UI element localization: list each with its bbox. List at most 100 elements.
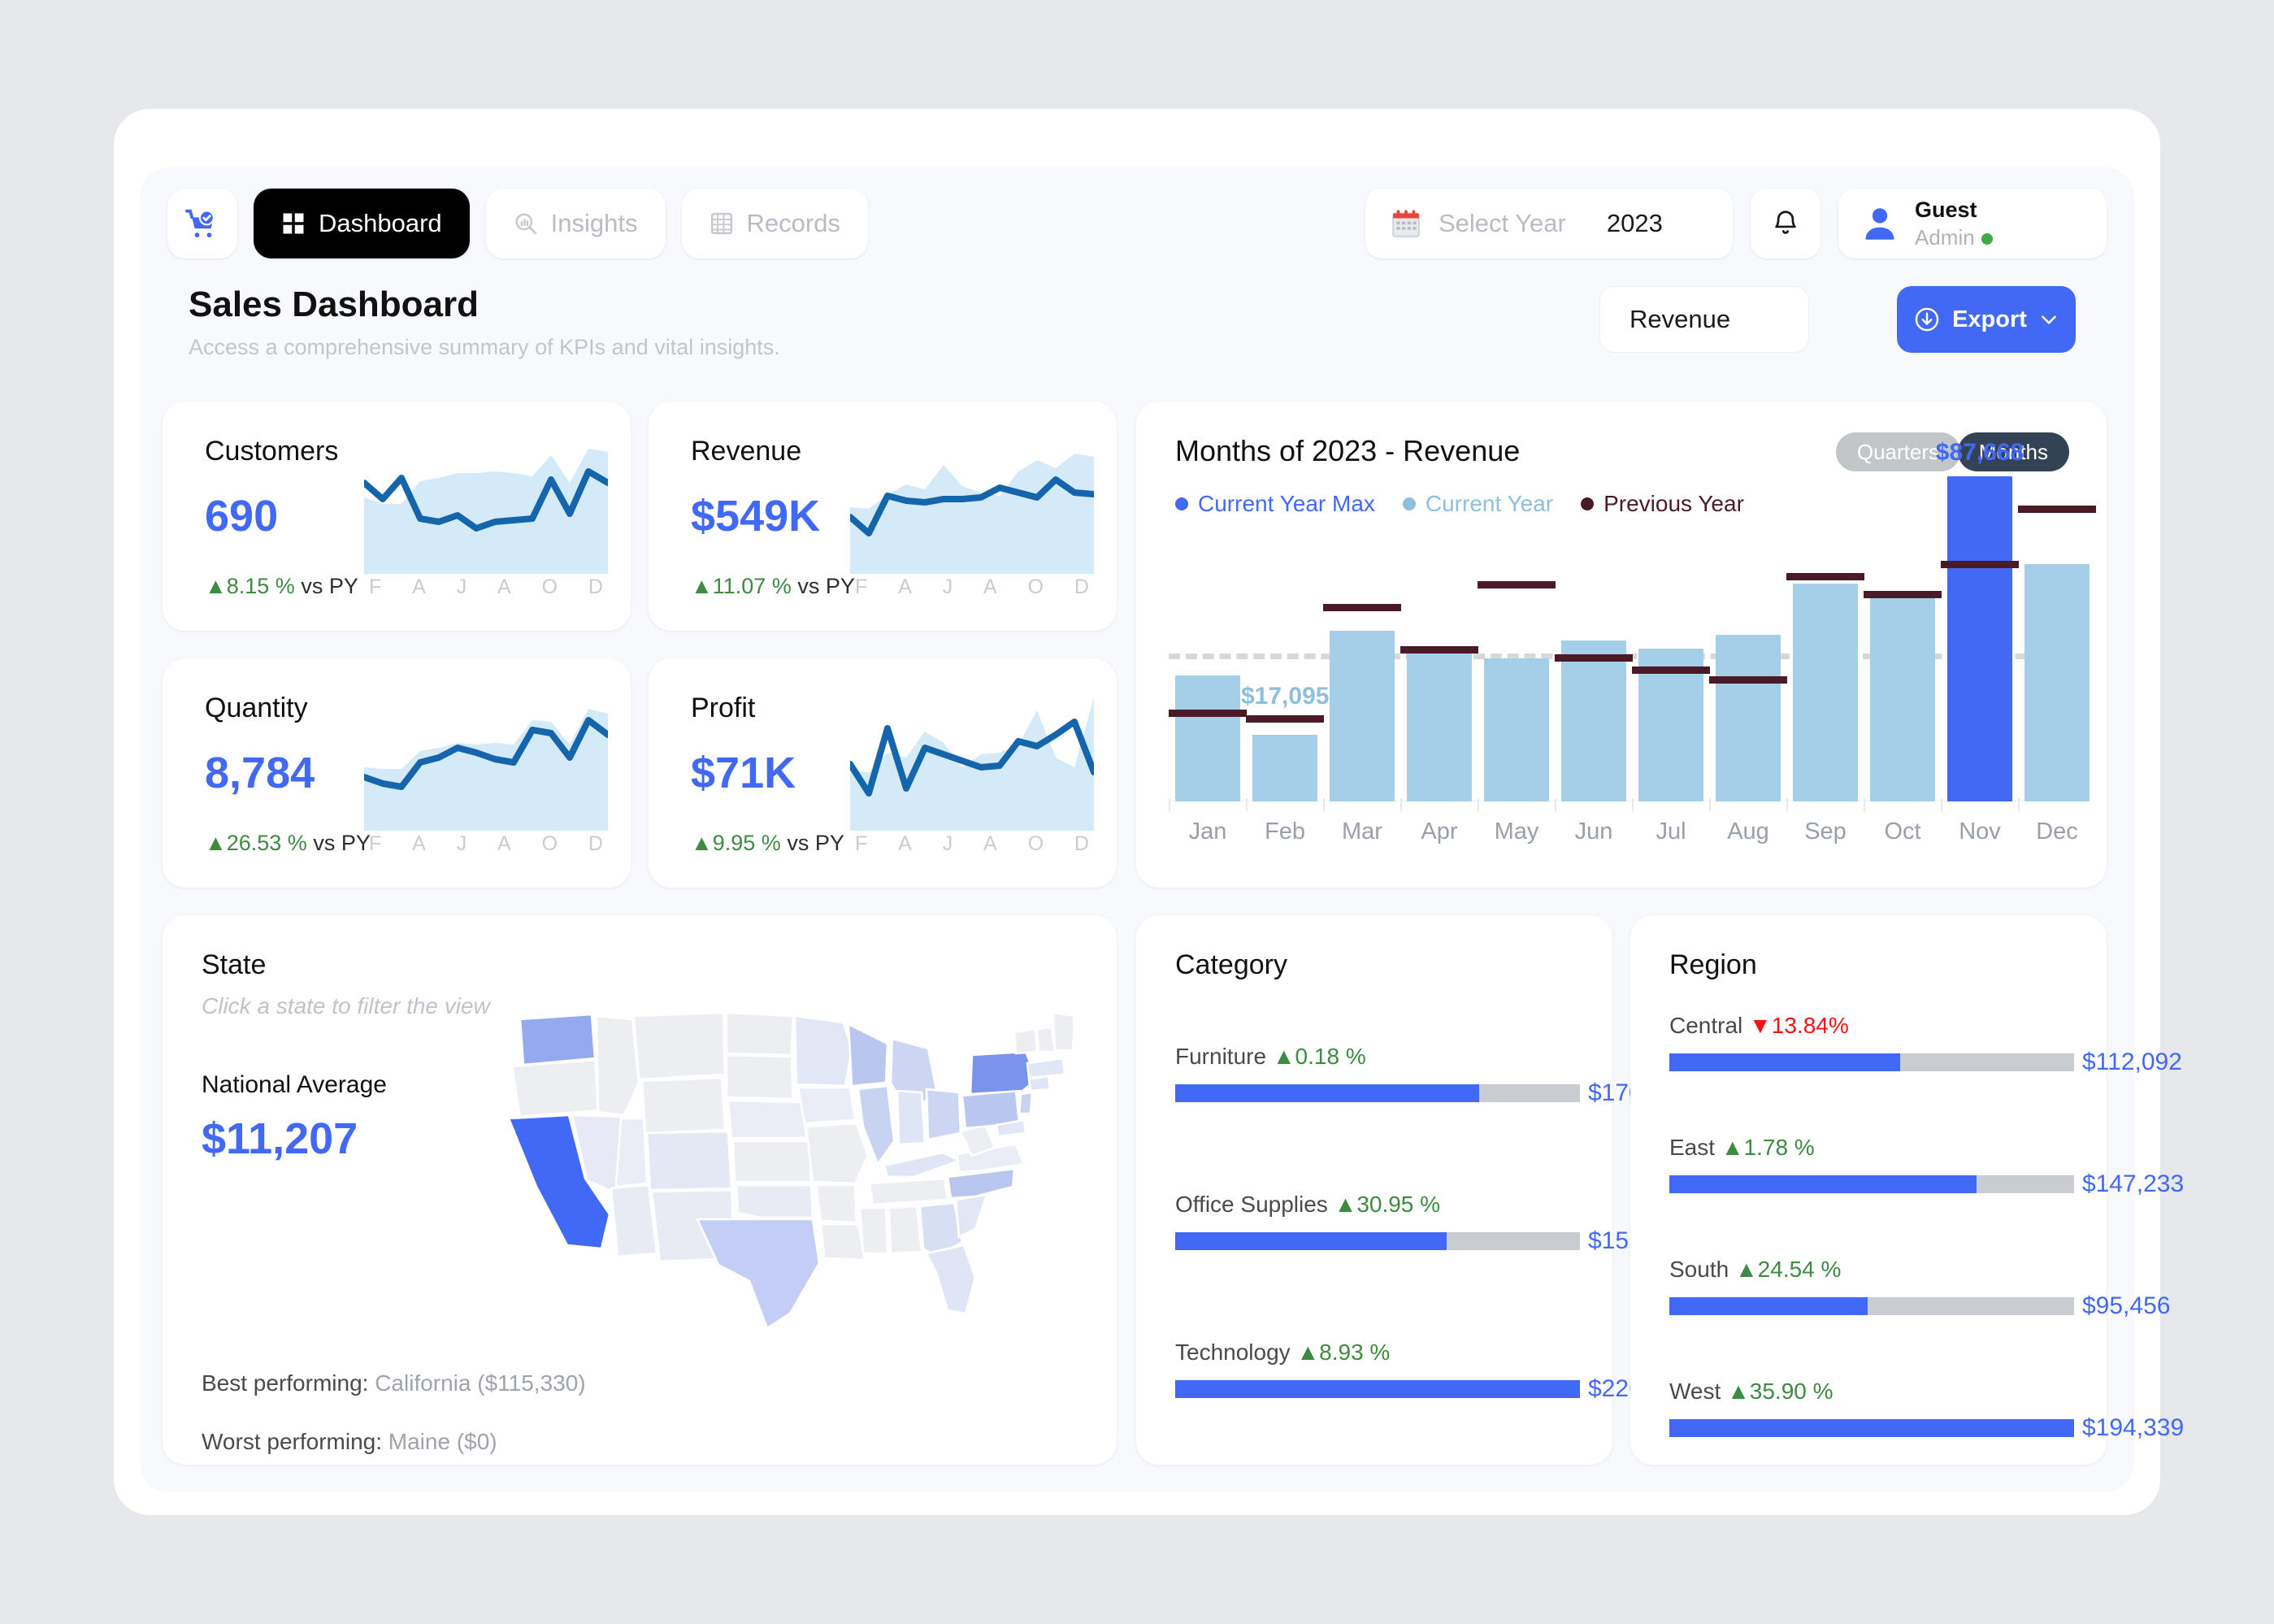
metric-select-value: Revenue (1630, 305, 1731, 333)
region-bar-fill: $112,092 (1669, 1049, 2182, 1075)
state-louisiana[interactable] (819, 1222, 866, 1261)
region-row-central[interactable]: Central ▼13.84% $112,092 (1669, 1013, 2182, 1075)
state-arkansas[interactable] (814, 1183, 858, 1224)
category-label: Furniture (1175, 1044, 1267, 1069)
state-vermont[interactable] (1013, 1027, 1039, 1055)
best-performing-row: Best performing: California ($115,330) (202, 1370, 586, 1396)
bar-group-mar[interactable] (1323, 604, 1401, 801)
marker-previous-year (1478, 581, 1556, 588)
state-oregon[interactable] (510, 1058, 600, 1118)
nav-tab-records[interactable]: Records (681, 189, 868, 258)
legend-label: Current Year Max (1198, 491, 1375, 516)
state-north-carolina[interactable] (946, 1167, 1016, 1200)
region-row-south[interactable]: South ▲24.54 % $95,456 (1669, 1257, 2170, 1319)
kpi-title: Customers (205, 436, 339, 467)
kpi-value: $71K (691, 749, 796, 797)
state-south-carolina[interactable] (954, 1193, 988, 1240)
region-row-west[interactable]: West ▲35.90 % $194,339 (1669, 1379, 2184, 1441)
state-utah[interactable] (614, 1117, 649, 1188)
category-row-technology[interactable]: Technology ▲8.93 % $226,659 (1175, 1340, 1690, 1402)
kpi-card-revenue[interactable]: Revenue $549K ▲11.07 % vs PY F A J A O D (649, 402, 1117, 631)
state-florida[interactable] (925, 1244, 977, 1315)
state-alabama[interactable] (887, 1205, 923, 1255)
us-choropleth-map[interactable] (480, 1005, 1113, 1346)
user-profile[interactable]: Guest Admin (1838, 189, 2107, 258)
state-iowa[interactable] (796, 1086, 857, 1125)
state-kansas[interactable] (731, 1140, 813, 1183)
bar-group-jan[interactable] (1169, 675, 1247, 801)
state-wyoming[interactable] (640, 1076, 727, 1135)
state-washington[interactable] (519, 1013, 597, 1066)
kpi-card-customers[interactable]: Customers 690 ▲8.15 % vs PY F A J A O D (163, 402, 631, 631)
region-amount: $95,456 (2082, 1292, 2171, 1319)
state-nebraska[interactable] (727, 1099, 808, 1140)
category-delta: 0.18 % (1295, 1044, 1366, 1069)
bar-group-feb[interactable]: $17,095 (1241, 683, 1329, 801)
state-ohio[interactable] (925, 1088, 962, 1141)
kpi-delta: ▲26.53 % vs PY (205, 831, 371, 856)
state-montana[interactable] (632, 1011, 727, 1081)
year-selector[interactable]: Select Year 2023 (1365, 189, 1733, 258)
chart-legend: Current Year Max Current Year Previous Y… (1175, 491, 1744, 517)
state-new-york[interactable] (969, 1050, 1039, 1096)
legend-item-current-year-max[interactable]: Current Year Max (1175, 491, 1375, 517)
sparkline-axis-revenue: F A J A O D (850, 575, 1094, 599)
region-label: Central (1669, 1013, 1743, 1038)
kpi-card-profit[interactable]: Profit $71K ▲9.95 % vs PY F A J A O D (649, 658, 1117, 888)
bar-group-jun[interactable] (1555, 640, 1633, 801)
worst-performing-row: Worst performing: Maine ($0) (202, 1429, 497, 1455)
state-texas[interactable] (695, 1218, 821, 1330)
state-idaho[interactable] (595, 1014, 640, 1117)
state-new-jersey[interactable] (1018, 1091, 1034, 1115)
state-indiana[interactable] (896, 1089, 927, 1146)
export-button[interactable]: Export (1897, 286, 2076, 353)
app-logo[interactable] (167, 189, 237, 258)
state-card-title: State (202, 949, 267, 980)
bar-group-may[interactable] (1478, 581, 1556, 801)
notifications-button[interactable] (1751, 189, 1821, 258)
state-minnesota[interactable] (793, 1014, 853, 1088)
bar-group-oct[interactable] (1864, 591, 1942, 801)
state-colorado[interactable] (645, 1130, 733, 1192)
page-title: Sales Dashboard (189, 284, 480, 324)
metric-select[interactable]: Revenue (1599, 286, 1809, 353)
bar-group-dec[interactable] (2018, 506, 2096, 801)
state-kentucky[interactable] (883, 1151, 962, 1179)
region-label: West (1669, 1379, 1721, 1404)
axis-tick-mark (1864, 798, 1865, 811)
state-maine[interactable] (1052, 1011, 1076, 1052)
bar-value-max: $87,668 (1935, 439, 2024, 466)
legend-dot-icon (1402, 497, 1416, 510)
nav-tab-insights[interactable]: Insights (485, 189, 666, 258)
state-new-hampshire[interactable] (1035, 1026, 1057, 1053)
bar-group-jul[interactable] (1632, 649, 1710, 801)
legend-item-current-year[interactable]: Current Year (1402, 491, 1553, 517)
category-row-furniture[interactable]: Furniture ▲0.18 % $170,855 (1175, 1044, 1690, 1106)
kpi-card-quantity[interactable]: Quantity 8,784 ▲26.53 % vs PY F A J A O … (163, 658, 631, 888)
download-circle-icon (1915, 307, 1939, 332)
bar-group-aug[interactable] (1709, 635, 1787, 801)
bar-group-apr[interactable] (1400, 646, 1478, 801)
calendar-icon (1392, 210, 1420, 237)
legend-item-previous-year[interactable]: Previous Year (1581, 491, 1744, 517)
state-arizona[interactable] (610, 1183, 658, 1258)
state-mississippi[interactable] (858, 1206, 889, 1255)
state-south-dakota[interactable] (725, 1053, 795, 1101)
state-massachusetts[interactable] (1026, 1057, 1066, 1079)
region-delta-arrow: ▲ (1734, 1257, 1758, 1282)
kpi-delta-value: 9.95 % (712, 831, 781, 855)
bar-group-sep[interactable] (1786, 573, 1864, 801)
state-north-dakota[interactable] (725, 1011, 795, 1057)
state-wisconsin[interactable] (847, 1022, 889, 1088)
bar-group-nov[interactable]: $87,668 (1936, 439, 2024, 801)
nav-tab-records-label: Records (746, 209, 840, 237)
state-oklahoma[interactable] (735, 1183, 814, 1219)
kpi-delta-vs: vs PY (313, 831, 371, 855)
magnifier-chart-icon (515, 213, 536, 235)
region-row-east[interactable]: East ▲1.78 % $147,233 (1669, 1135, 2184, 1197)
nav-tab-dashboard[interactable]: Dashboard (254, 189, 470, 258)
state-missouri[interactable] (805, 1122, 870, 1185)
state-tennessee[interactable] (868, 1177, 949, 1206)
region-amount: $147,233 (2082, 1170, 2185, 1197)
category-row-office-supplies[interactable]: Office Supplies ▲30.95 % $151,606 (1175, 1192, 1690, 1254)
